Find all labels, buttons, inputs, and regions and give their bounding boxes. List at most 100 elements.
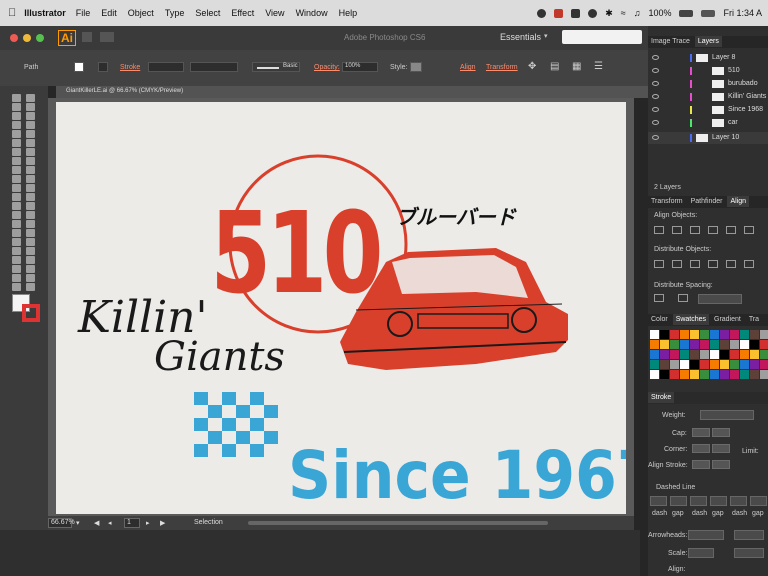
tool-button[interactable]: [12, 211, 21, 219]
scale-end-field[interactable]: [734, 548, 764, 558]
color-swatch[interactable]: [730, 370, 739, 379]
isolate-icon[interactable]: ✥: [528, 61, 536, 72]
visibility-eye-icon[interactable]: [652, 81, 659, 86]
align-object-icon[interactable]: [708, 226, 718, 234]
record-icon[interactable]: [537, 8, 547, 18]
minimize-window-button[interactable]: [23, 34, 31, 42]
distribute-object-icon[interactable]: [690, 260, 700, 268]
color-swatch[interactable]: [730, 360, 739, 369]
distribute-object-icon[interactable]: [744, 260, 754, 268]
tool-button[interactable]: [26, 202, 35, 210]
layer-row[interactable]: car: [648, 117, 768, 129]
dash-gap-field[interactable]: [730, 496, 747, 506]
tool-button[interactable]: [26, 139, 35, 147]
align-object-icon[interactable]: [690, 226, 700, 234]
visibility-eye-icon[interactable]: [652, 55, 659, 60]
first-artboard-icon[interactable]: ◀: [94, 519, 99, 527]
color-swatch[interactable]: [680, 350, 689, 359]
color-swatch[interactable]: [680, 330, 689, 339]
tool-button[interactable]: [12, 112, 21, 120]
layer-name[interactable]: Since 1968: [728, 106, 763, 113]
tool-button[interactable]: [12, 202, 21, 210]
color-swatch[interactable]: [700, 330, 709, 339]
color-swatch[interactable]: [700, 340, 709, 349]
bluetooth-icon[interactable]: ✱: [605, 8, 613, 19]
wifi-icon[interactable]: ≈: [621, 8, 626, 18]
color-swatch[interactable]: [760, 360, 768, 369]
tab-stroke[interactable]: Stroke: [648, 392, 675, 403]
dropbox-icon[interactable]: [571, 8, 581, 18]
tool-button[interactable]: [26, 229, 35, 237]
color-swatch[interactable]: [660, 330, 669, 339]
color-swatch[interactable]: [700, 350, 709, 359]
align-link[interactable]: Align: [460, 64, 476, 71]
color-swatch[interactable]: [710, 330, 719, 339]
color-swatch[interactable]: [740, 370, 749, 379]
align-stroke-center-button[interactable]: [692, 460, 710, 469]
arrowhead-end-field[interactable]: [734, 530, 764, 540]
color-swatch[interactable]: [760, 340, 768, 349]
zoom-field[interactable]: 66.67%: [48, 518, 75, 528]
color-swatch[interactable]: [700, 370, 709, 379]
workspace-chevron-icon[interactable]: ▾: [544, 32, 548, 40]
volume-icon[interactable]: ♫: [634, 8, 641, 18]
tool-button[interactable]: [26, 157, 35, 165]
last-artboard-icon[interactable]: ▶: [160, 519, 165, 527]
artboard-number-field[interactable]: 1: [124, 518, 140, 528]
corner-miter-button[interactable]: [692, 444, 710, 453]
tab-swatches[interactable]: Swatches: [672, 314, 710, 325]
color-swatch[interactable]: [740, 350, 749, 359]
corner-round-button[interactable]: [712, 444, 730, 453]
menu-window[interactable]: Window: [296, 8, 328, 18]
tool-button[interactable]: [12, 247, 21, 255]
recolor-icon[interactable]: ▤: [550, 61, 559, 72]
color-swatch[interactable]: [750, 350, 759, 359]
menu-type[interactable]: Type: [165, 8, 185, 18]
bridge-icon[interactable]: [82, 32, 92, 42]
stroke-swatch[interactable]: [98, 62, 108, 72]
color-swatch[interactable]: [680, 360, 689, 369]
align-stroke-inside-button[interactable]: [712, 460, 730, 469]
graphic-style-swatch[interactable]: [410, 62, 422, 72]
opacity-link[interactable]: Opacity:: [314, 64, 340, 71]
tab-color[interactable]: Color: [648, 314, 671, 325]
color-swatch[interactable]: [680, 340, 689, 349]
opacity-field[interactable]: 100%: [342, 62, 378, 72]
search-input[interactable]: [562, 30, 642, 44]
tool-button[interactable]: [26, 130, 35, 138]
tool-button[interactable]: [12, 256, 21, 264]
layer-name[interactable]: burubado: [728, 80, 758, 87]
cap-butt-button[interactable]: [692, 428, 710, 437]
color-swatch[interactable]: [690, 350, 699, 359]
layer-name[interactable]: Layer 8: [712, 54, 735, 61]
dash-gap-field[interactable]: [690, 496, 707, 506]
color-swatch[interactable]: [710, 340, 719, 349]
color-swatch[interactable]: [650, 370, 659, 379]
color-swatch[interactable]: [670, 340, 679, 349]
layer-row[interactable]: burubado: [648, 78, 768, 90]
layer-row[interactable]: 510: [648, 65, 768, 77]
tool-button[interactable]: [12, 265, 21, 273]
layer-name[interactable]: 510: [728, 67, 740, 74]
color-swatch[interactable]: [760, 330, 768, 339]
distribute-object-icon[interactable]: [654, 260, 664, 268]
tool-button[interactable]: [12, 238, 21, 246]
layer-name[interactable]: Killin' Giants: [728, 93, 766, 100]
color-swatch[interactable]: [690, 370, 699, 379]
dash-gap-field[interactable]: [670, 496, 687, 506]
panel-menu-icon[interactable]: ☰: [594, 61, 603, 72]
layer-name[interactable]: Layer 10: [712, 134, 739, 141]
color-swatch[interactable]: [720, 340, 729, 349]
tool-button[interactable]: [26, 220, 35, 228]
scale-start-field[interactable]: [688, 548, 714, 558]
adobe-cc-icon[interactable]: [554, 8, 564, 18]
color-swatch[interactable]: [750, 370, 759, 379]
horizontal-scrollbar[interactable]: [248, 521, 548, 525]
tool-button[interactable]: [12, 139, 21, 147]
tab-gradient[interactable]: Gradient: [711, 314, 744, 325]
color-swatch[interactable]: [750, 340, 759, 349]
stroke-color-box[interactable]: [22, 304, 40, 322]
tab-pathfinder[interactable]: Pathfinder: [688, 196, 726, 207]
distribute-object-icon[interactable]: [708, 260, 718, 268]
menu-effect[interactable]: Effect: [231, 8, 254, 18]
